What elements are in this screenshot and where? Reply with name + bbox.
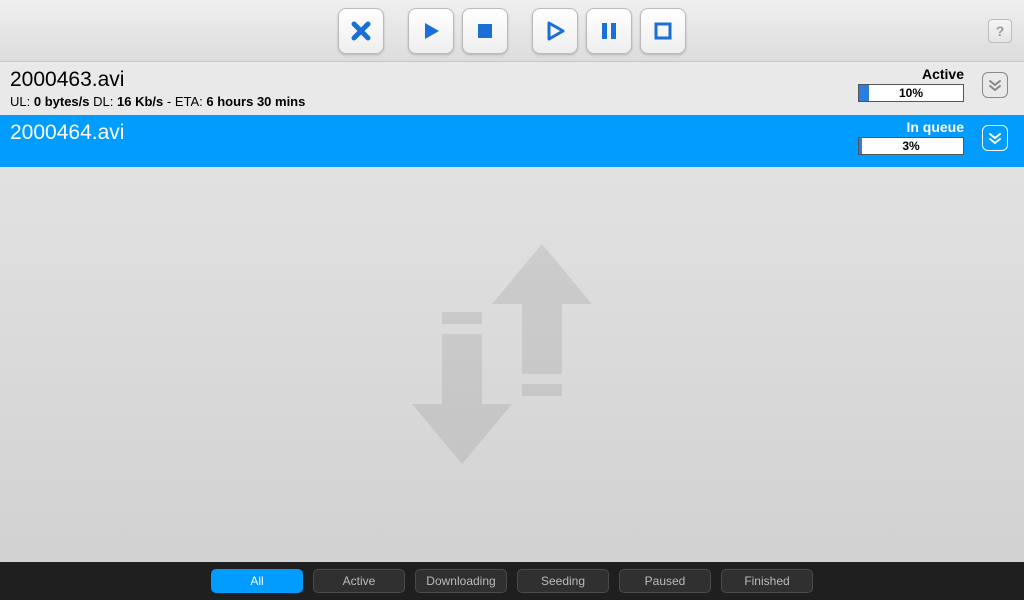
stop-icon [474,20,496,42]
status-label: Active [922,66,964,82]
filter-all[interactable]: All [211,569,303,593]
content-background [0,167,1024,562]
play-icon [420,20,442,42]
pause-all-button[interactable] [586,8,632,54]
play-outline-icon [544,20,566,42]
progress-bar: 3% [858,137,964,155]
expand-button[interactable] [982,125,1008,151]
filter-seeding[interactable]: Seeding [517,569,609,593]
torrent-list: 2000463.avi UL: 0 bytes/s DL: 16 Kb/s - … [0,62,1024,167]
progress-bar: 10% [858,84,964,102]
stop-outline-icon [652,20,674,42]
filter-downloading[interactable]: Downloading [415,569,507,593]
toolbar: ? [0,0,1024,62]
x-icon [350,20,372,42]
filter-paused[interactable]: Paused [619,569,711,593]
expand-button[interactable] [982,72,1008,98]
play-button[interactable] [408,8,454,54]
chevron-double-down-icon [988,78,1002,92]
play-all-button[interactable] [532,8,578,54]
progress-text: 3% [902,139,919,153]
pause-icon [598,20,620,42]
progress-text: 10% [899,86,923,100]
torrent-row[interactable]: 2000463.avi UL: 0 bytes/s DL: 16 Kb/s - … [0,62,1024,115]
status-label: In queue [906,119,964,135]
filter-active[interactable]: Active [313,569,405,593]
help-button[interactable]: ? [988,19,1012,43]
stop-all-button[interactable] [640,8,686,54]
filter-bar: All Active Downloading Seeding Paused Fi… [0,562,1024,600]
cancel-button[interactable] [338,8,384,54]
transfer-arrows-icon [412,244,612,464]
stop-button[interactable] [462,8,508,54]
torrent-row[interactable]: 2000464.avi In queue 3% [0,115,1024,167]
chevron-double-down-icon [988,131,1002,145]
filter-finished[interactable]: Finished [721,569,813,593]
